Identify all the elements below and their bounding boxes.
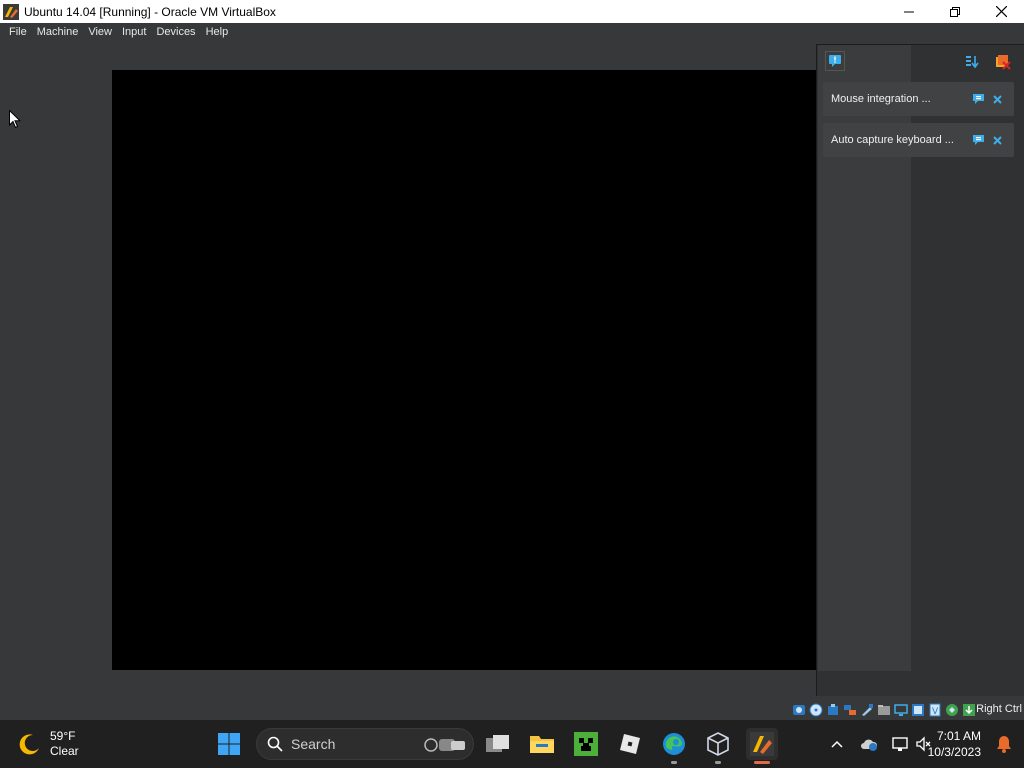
network-tray-icon[interactable] <box>890 734 910 754</box>
folder-icon <box>530 736 554 753</box>
close-all-icon <box>996 55 1011 70</box>
close-icon <box>992 94 1002 104</box>
virtualbox-cube-icon <box>707 732 729 756</box>
cloud-icon <box>861 739 878 751</box>
notifications-tray-button[interactable] <box>994 734 1014 754</box>
windows-logo-icon <box>218 733 240 755</box>
search-placeholder: Search <box>291 736 336 752</box>
weather-temperature: 59°F <box>50 729 76 743</box>
clock-time: 7:01 AM <box>936 729 981 743</box>
notification-close-button[interactable] <box>990 133 1004 147</box>
taskbar-search-box[interactable]: Search <box>256 728 474 760</box>
roblox-button[interactable] <box>614 728 646 760</box>
notification-help-button[interactable] <box>971 92 985 106</box>
bell-icon <box>997 736 1011 753</box>
virtualbox-app-icon <box>3 3 19 20</box>
video-capture-icon[interactable] <box>910 703 925 718</box>
virtualbox-vm-icon <box>750 732 774 756</box>
network-disconnected-icon <box>892 737 908 751</box>
notification-item: Auto capture keyboard ... <box>823 123 1014 157</box>
usb-icon[interactable] <box>859 703 874 718</box>
keyboard-capture-icon[interactable] <box>961 703 976 718</box>
window-title: Ubuntu 14.04 [Running] - Oracle VM Virtu… <box>24 4 276 19</box>
search-icon <box>267 736 283 752</box>
search-highlight-icon <box>424 738 465 752</box>
mouse-cursor-icon <box>9 110 21 129</box>
notification-header <box>817 45 1024 75</box>
edge-icon <box>663 733 685 755</box>
window-titlebar[interactable]: Ubuntu 14.04 [Running] - Oracle VM Virtu… <box>0 0 1024 23</box>
optical-drive-icon[interactable] <box>808 703 823 718</box>
show-hidden-icons-button[interactable] <box>827 734 847 754</box>
clock-date: 10/3/2023 <box>927 745 981 759</box>
virtualization-icon[interactable]: V <box>927 703 942 718</box>
sort-notifications-button[interactable] <box>962 52 982 72</box>
vm-status-bar: V Right Ctrl <box>0 700 1024 720</box>
task-view-icon <box>486 735 509 752</box>
display-icon[interactable] <box>893 703 908 718</box>
notification-text: Mouse integration ... <box>831 93 931 105</box>
edge-browser-button[interactable] <box>658 728 690 764</box>
menu-view[interactable]: View <box>83 23 117 42</box>
chevron-up-icon <box>831 740 843 748</box>
notification-close-button[interactable] <box>990 92 1004 106</box>
notification-item: Mouse integration ... <box>823 82 1014 116</box>
start-button[interactable] <box>213 728 245 760</box>
close-icon <box>992 135 1002 145</box>
virtualbox-vm-window-button[interactable] <box>746 728 778 764</box>
close-all-notifications-button[interactable] <box>993 52 1013 72</box>
virtualbox-manager-button[interactable] <box>702 728 734 764</box>
close-icon <box>995 6 1007 17</box>
notification-text: Auto capture keyboard ... <box>831 134 954 146</box>
notification-center: Mouse integration ... Auto capture keybo… <box>816 44 1024 696</box>
host-key-label[interactable]: Right Ctrl <box>976 703 1022 715</box>
moon-icon <box>19 734 39 755</box>
close-button[interactable] <box>978 0 1024 23</box>
taskbar-clock[interactable]: 7:01 AM 10/3/2023 <box>928 728 981 760</box>
notification-help-button[interactable] <box>971 133 985 147</box>
minimize-icon <box>904 11 914 12</box>
audio-icon[interactable] <box>825 703 840 718</box>
maximize-button[interactable] <box>932 0 978 23</box>
menu-bar: File Machine View Input Devices Help <box>0 23 1024 42</box>
menu-input[interactable]: Input <box>117 23 151 42</box>
minecraft-creeper-icon <box>574 732 598 756</box>
sort-icon <box>966 56 979 69</box>
roblox-icon <box>620 734 640 754</box>
system-tray: 7:01 AM 10/3/2023 <box>784 720 1024 768</box>
mouse-integration-icon[interactable] <box>944 703 959 718</box>
vm-display-area[interactable]: Mouse integration ... Auto capture keybo… <box>0 42 1024 700</box>
message-info-icon <box>829 55 841 67</box>
shared-folders-icon[interactable] <box>876 703 891 718</box>
vm-guest-screen[interactable] <box>112 70 816 670</box>
weather-condition: Clear <box>50 744 79 758</box>
windows-taskbar: 59°F Clear Search 7:01 AM 10/3/2023 <box>0 720 1024 768</box>
network-icon[interactable] <box>842 703 857 718</box>
task-view-button[interactable] <box>482 728 514 760</box>
svg-text:V: V <box>932 707 939 717</box>
minecraft-button[interactable] <box>570 728 602 760</box>
help-bubble-icon <box>972 94 984 104</box>
menu-devices[interactable]: Devices <box>151 23 200 42</box>
hard-disk-icon[interactable] <box>791 703 806 718</box>
onedrive-tray-icon[interactable] <box>859 734 879 754</box>
menu-machine[interactable]: Machine <box>32 23 84 42</box>
restore-icon <box>950 6 960 17</box>
help-bubble-icon <box>972 135 984 145</box>
menu-file[interactable]: File <box>4 23 32 42</box>
file-explorer-button[interactable] <box>526 728 558 760</box>
weather-widget[interactable]: 59°F Clear <box>18 728 79 760</box>
minimize-button[interactable] <box>886 0 932 23</box>
notification-center-toggle[interactable] <box>825 51 845 71</box>
menu-help[interactable]: Help <box>201 23 234 42</box>
